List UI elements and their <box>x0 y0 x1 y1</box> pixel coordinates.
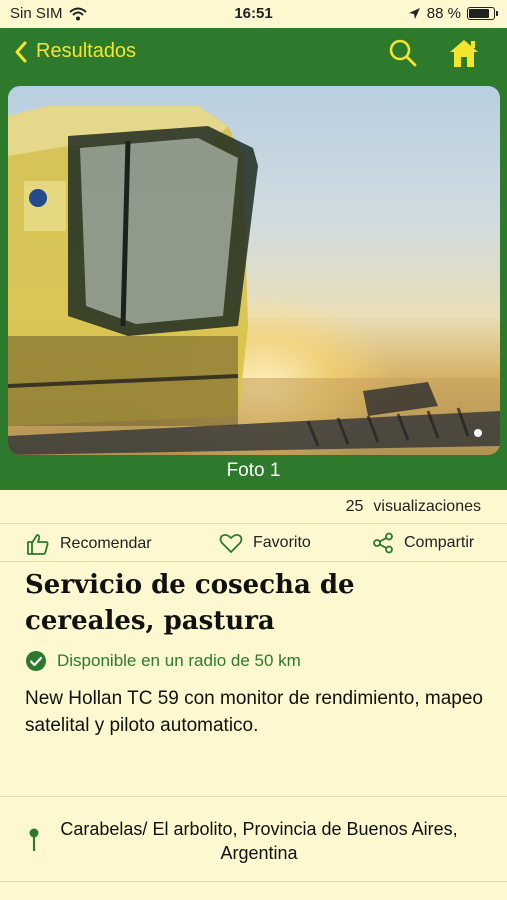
actions-row: Recomendar Favorito Compartir <box>0 524 507 562</box>
location-arrow-icon <box>408 8 420 19</box>
recommend-button[interactable]: Recomendar <box>26 532 152 556</box>
views-count: 25 <box>345 498 364 515</box>
nav-bar: Resultados <box>0 28 507 80</box>
location-text: Carabelas/ El arbolito, Provincia de Bue… <box>60 819 458 863</box>
views-label: visualizaciones <box>373 498 481 515</box>
favorite-button[interactable]: Favorito <box>219 532 311 554</box>
map-pin-icon <box>29 828 39 851</box>
home-icon[interactable] <box>447 37 481 69</box>
availability-row: Disponible en un radio de 50 km <box>25 650 301 672</box>
pagination-dot <box>474 429 482 437</box>
harvester-illustration <box>8 106 500 455</box>
check-circle-icon <box>26 651 46 671</box>
photo-caption: Foto 1 <box>226 460 281 481</box>
share-label: Compartir <box>404 534 475 551</box>
views-row: 25 visualizaciones <box>0 490 507 524</box>
search-icon[interactable] <box>388 37 418 69</box>
availability-text: Disponible en un radio de 50 km <box>57 651 301 670</box>
favorite-label: Favorito <box>253 534 311 551</box>
thumbs-up-icon <box>27 534 49 555</box>
share-button[interactable]: Compartir <box>372 532 474 554</box>
chevron-left-icon <box>15 41 27 62</box>
listing-photo[interactable] <box>8 86 500 455</box>
listing-title: Servicio de cosecha de cereales, pastura <box>25 570 355 636</box>
back-label: Resultados <box>36 40 137 62</box>
battery-icon <box>467 7 498 20</box>
recommend-label: Recomendar <box>60 535 152 552</box>
listing-description: New Hollan TC 59 con monitor de rendimie… <box>25 688 483 736</box>
status-bar: Sin SIM 16:51 88 % <box>0 0 507 28</box>
back-button[interactable]: Resultados <box>14 40 136 63</box>
heart-icon <box>219 533 243 553</box>
photo-gallery[interactable]: Foto 1 <box>0 80 507 490</box>
battery-percent: 88 % <box>426 5 461 22</box>
share-icon <box>373 532 393 554</box>
status-right: 88 % <box>408 5 498 22</box>
location-row[interactable]: Carabelas/ El arbolito, Provincia de Bue… <box>0 796 507 882</box>
